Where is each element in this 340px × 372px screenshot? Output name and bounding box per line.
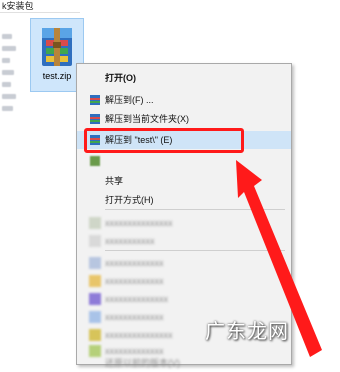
menu-item-label: 还原以前的版本(V) [105,358,180,368]
pointer-arrow [236,160,322,357]
watermark: 广东龙网 [205,319,289,343]
